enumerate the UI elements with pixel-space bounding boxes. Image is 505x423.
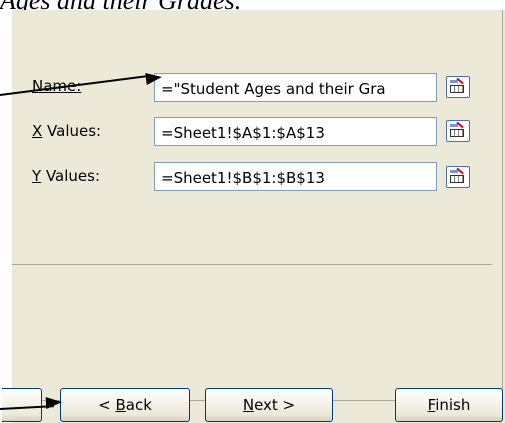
next-button[interactable]: Next > bbox=[205, 388, 333, 422]
x-values-label: X Values: bbox=[32, 122, 102, 140]
series-panel: Name: ="Student Ages and their Gra X Val… bbox=[12, 10, 503, 401]
x-values-collapse-icon[interactable] bbox=[446, 120, 470, 142]
x-values-field[interactable]: =Sheet1!$A$1:$A$13 bbox=[154, 117, 437, 146]
source-data-dialog: Name: ="Student Ages and their Gra X Val… bbox=[2, 10, 505, 423]
y-values-collapse-icon[interactable] bbox=[446, 166, 470, 188]
cancel-button-partial[interactable] bbox=[2, 388, 42, 422]
y-values-field[interactable]: =Sheet1!$B$1:$B$13 bbox=[154, 162, 437, 191]
y-values-label: Y Values: bbox=[32, 167, 100, 185]
separator-line bbox=[12, 264, 492, 265]
finish-button[interactable]: Finish bbox=[395, 388, 503, 422]
arrowhead-icon bbox=[145, 71, 163, 85]
name-collapse-icon[interactable] bbox=[446, 76, 470, 98]
back-button[interactable]: < Back bbox=[60, 388, 190, 422]
arrowhead-icon bbox=[45, 396, 63, 409]
name-field[interactable]: ="Student Ages and their Gra bbox=[154, 73, 437, 102]
